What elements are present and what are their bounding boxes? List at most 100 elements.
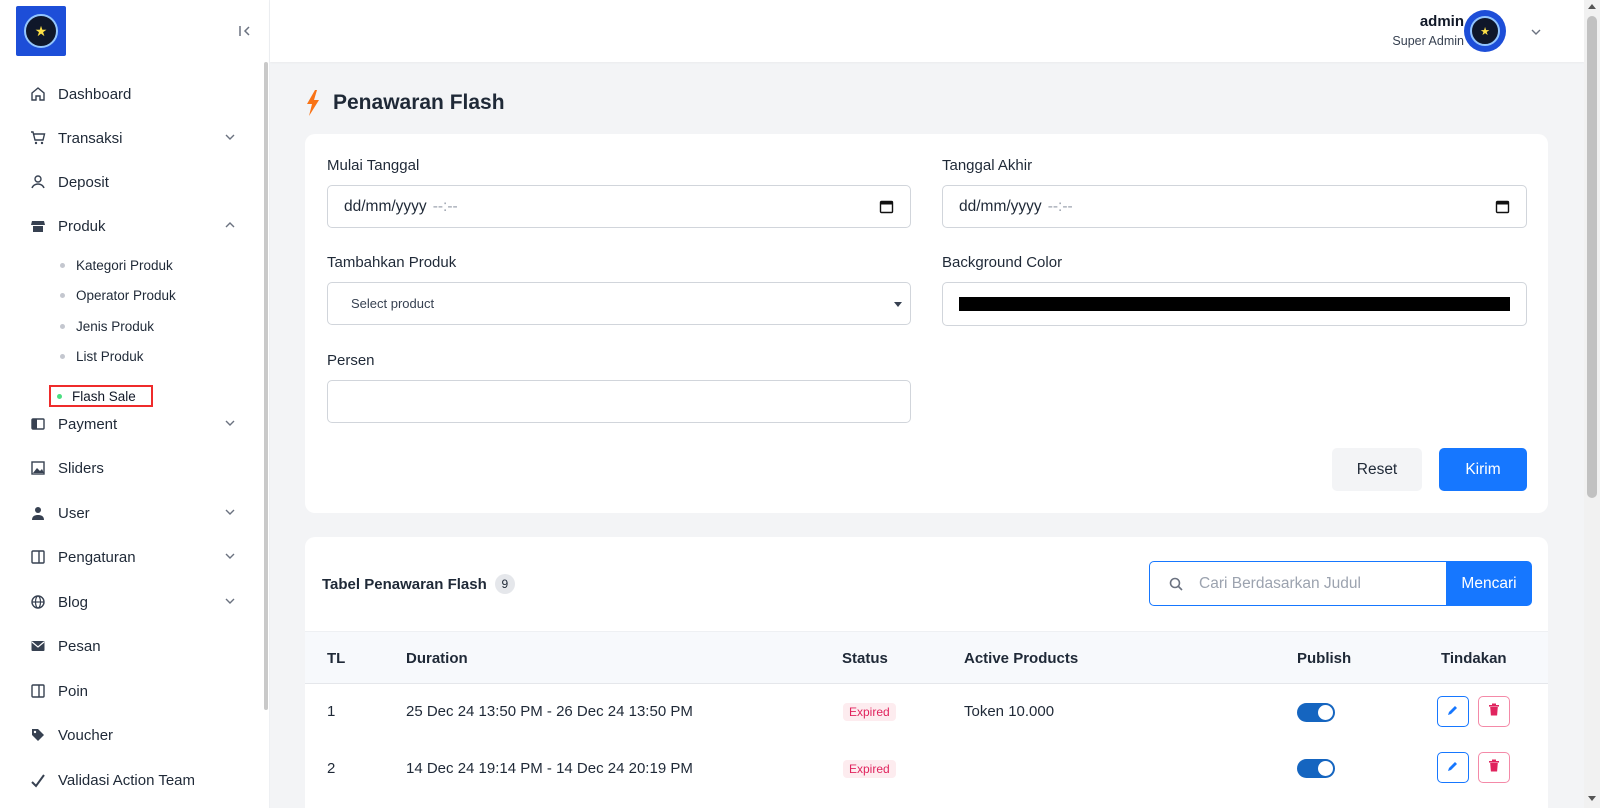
- publish-toggle[interactable]: [1297, 759, 1335, 778]
- calendar-icon[interactable]: [879, 199, 894, 214]
- top-header: [270, 0, 1584, 62]
- avatar[interactable]: ★: [1464, 10, 1506, 52]
- persen-input[interactable]: [327, 380, 911, 423]
- page-scrollbar[interactable]: [1584, 0, 1600, 808]
- background-color-input[interactable]: [942, 282, 1527, 326]
- user-icon: [28, 503, 48, 523]
- pencil-icon: [1447, 703, 1459, 721]
- sidebar-item-transaksi[interactable]: Transaksi: [28, 124, 244, 152]
- settings-icon: [28, 547, 48, 567]
- sidebar-item-blog[interactable]: Blog: [28, 588, 244, 616]
- subitem-label: Jenis Produk: [76, 318, 155, 334]
- sidebar-item-dashboard[interactable]: Dashboard: [28, 80, 244, 108]
- time-placeholder: --:--: [432, 197, 458, 215]
- cart-icon: [28, 128, 48, 148]
- delete-button[interactable]: [1478, 752, 1510, 783]
- sidebar-item-label: Pesan: [58, 637, 101, 655]
- logo-emblem-icon: ★: [24, 14, 58, 48]
- bullet-icon: [60, 353, 65, 359]
- user-menu-chevron-icon[interactable]: [1530, 25, 1542, 37]
- bullet-icon: [60, 292, 65, 298]
- sidebar-item-produk[interactable]: Produk: [28, 212, 244, 240]
- sidebar-item-pengaturan[interactable]: Pengaturan: [28, 543, 244, 571]
- sidebar-item-label: Deposit: [58, 173, 109, 191]
- sidebar-item-payment[interactable]: Payment: [28, 410, 244, 438]
- store-icon: [28, 216, 48, 236]
- scroll-up-arrow-icon[interactable]: [1588, 4, 1596, 9]
- time-placeholder: --:--: [1047, 197, 1073, 215]
- edit-button[interactable]: [1437, 752, 1469, 783]
- row-2-duration: 14 Dec 24 19:14 PM - 14 Dec 24 20:19 PM: [406, 760, 693, 777]
- search-button[interactable]: Mencari: [1446, 561, 1532, 606]
- table-header: [305, 631, 1548, 684]
- sidebar-item-voucher[interactable]: Voucher: [28, 721, 244, 749]
- sidebar-item-label: Transaksi: [58, 129, 123, 147]
- trash-icon: [1488, 759, 1500, 777]
- reset-button[interactable]: Reset: [1332, 448, 1422, 491]
- deposit-icon: [28, 172, 48, 192]
- sidebar-item-label: Blog: [58, 593, 89, 611]
- sidebar-item-validasi-action-team[interactable]: Validasi Action Team: [28, 766, 244, 794]
- calendar-icon[interactable]: [1495, 199, 1510, 214]
- persen-label: Persen: [327, 352, 375, 369]
- sidebar-item-sliders[interactable]: Sliders: [28, 454, 244, 482]
- page-title: Penawaran Flash: [305, 90, 505, 116]
- row-1-duration: 25 Dec 24 13:50 PM - 26 Dec 24 13:50 PM: [406, 703, 693, 720]
- sidebar-subitem-kategori-produk[interactable]: Kategori Produk: [60, 255, 173, 275]
- sidebar-item-poin[interactable]: Poin: [28, 677, 244, 705]
- count-badge: 9: [494, 574, 515, 594]
- end-date-label: Tanggal Akhir: [942, 157, 1033, 174]
- column-header-active-products: Active Products: [964, 650, 1079, 667]
- image-icon: [28, 458, 48, 478]
- sidebar-item-label: Pengaturan: [58, 548, 136, 566]
- sidebar-item-label: Validasi Action Team: [58, 771, 196, 789]
- column-header-tl: TL: [327, 650, 346, 667]
- chevron-down-icon: [224, 130, 236, 142]
- add-product-label: Tambahkan Produk: [327, 254, 457, 271]
- user-name: admin: [1419, 13, 1464, 30]
- sidebar-subitem-flash-sale[interactable]: Flash Sale: [49, 385, 153, 407]
- subitem-label: List Produk: [76, 348, 144, 364]
- chevron-up-icon: [224, 218, 236, 230]
- search-input[interactable]: [1199, 574, 1429, 593]
- toggle-knob: [1318, 705, 1333, 720]
- sidebar-item-label: Voucher: [58, 726, 114, 744]
- sidebar-item-user[interactable]: User: [28, 499, 244, 527]
- sidebar-item-label: Dashboard: [58, 85, 132, 103]
- collapse-sidebar-icon[interactable]: [236, 22, 254, 40]
- start-date-input[interactable]: dd/mm/yyyy --:--: [327, 185, 911, 228]
- check-icon: [28, 770, 48, 790]
- trash-icon: [1488, 703, 1500, 721]
- edit-button[interactable]: [1437, 696, 1469, 727]
- product-select[interactable]: Select product: [327, 282, 911, 325]
- toggle-knob: [1318, 761, 1333, 776]
- app-logo[interactable]: ★: [16, 6, 66, 56]
- active-bullet-icon: [57, 393, 62, 399]
- column-header-status: Status: [842, 650, 888, 667]
- home-icon: [28, 84, 48, 104]
- end-date-input[interactable]: dd/mm/yyyy --:--: [942, 185, 1527, 228]
- user-role: Super Admin: [1392, 34, 1464, 48]
- row-1-products: Token 10.000: [964, 703, 1055, 720]
- scroll-down-arrow-icon[interactable]: [1588, 796, 1596, 801]
- date-placeholder: dd/mm/yyyy: [959, 197, 1042, 215]
- search-box: [1149, 561, 1447, 606]
- table-title: Tabel Penawaran Flash 9: [322, 574, 515, 594]
- scrollbar-thumb[interactable]: [1587, 16, 1597, 498]
- globe-icon: [28, 592, 48, 612]
- color-swatch: [959, 297, 1510, 311]
- sidebar-item-pesan[interactable]: Pesan: [28, 632, 244, 660]
- sidebar-subitem-jenis-produk[interactable]: Jenis Produk: [60, 316, 154, 336]
- sidebar-subitem-operator-produk[interactable]: Operator Produk: [60, 285, 176, 305]
- submit-button[interactable]: Kirim: [1439, 448, 1527, 491]
- sidebar-subitem-list-produk[interactable]: List Produk: [60, 346, 144, 366]
- sidebar-item-label: Produk: [58, 217, 106, 235]
- delete-button[interactable]: [1478, 696, 1510, 727]
- status-badge: Expired: [843, 760, 896, 778]
- publish-toggle[interactable]: [1297, 703, 1335, 722]
- sidebar-item-deposit[interactable]: Deposit: [28, 168, 244, 196]
- pencil-icon: [1447, 759, 1459, 777]
- subitem-label: Flash Sale: [72, 388, 136, 404]
- sidebar-item-label: Poin: [58, 682, 89, 700]
- sidebar-scrollbar[interactable]: [264, 62, 268, 710]
